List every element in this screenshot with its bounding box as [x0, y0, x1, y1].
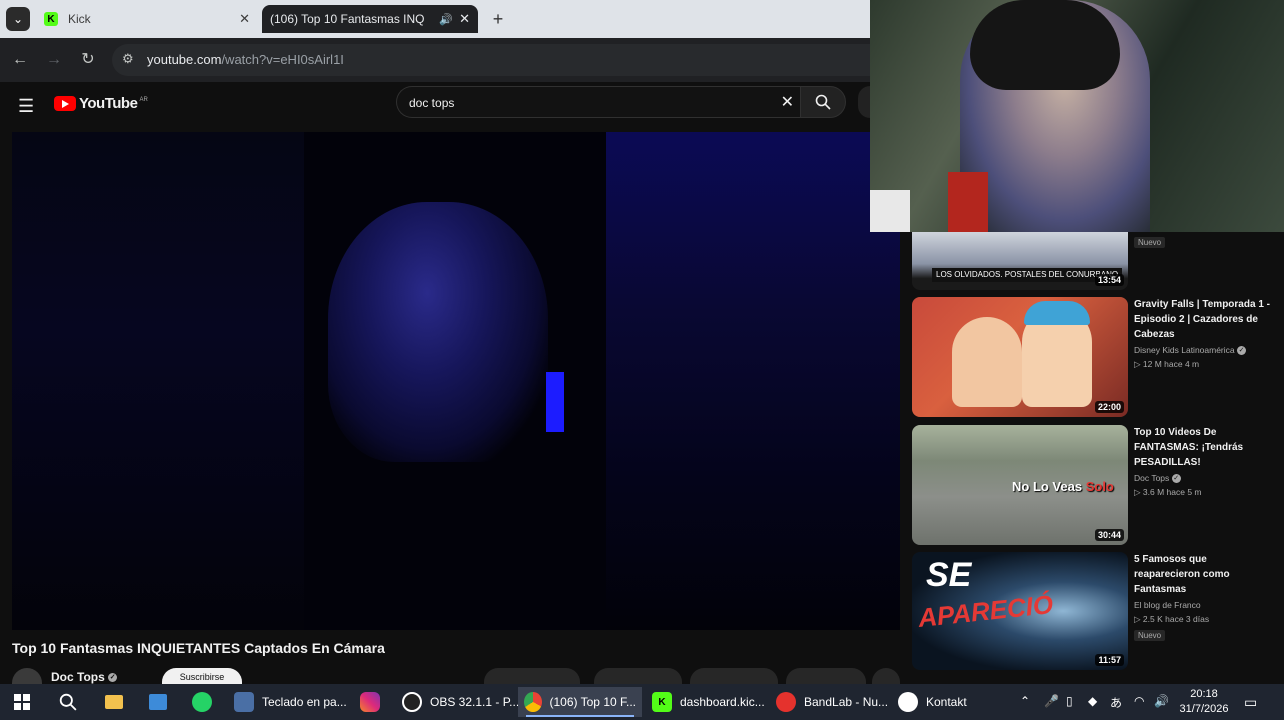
- subscribe-button[interactable]: Suscribirse: [162, 668, 242, 684]
- more-actions-button[interactable]: [872, 668, 900, 684]
- youtube-logo[interactable]: YouTube AR: [54, 95, 148, 112]
- recommendation-title: Gravity Falls | Temporada 1 - Episodio 2…: [1134, 299, 1270, 340]
- recommendation-thumbnail[interactable]: No Lo Veas Solo 30:44: [912, 425, 1128, 545]
- recommendation-channel: El blog de Franco: [1134, 600, 1201, 610]
- taskbar-item-obs[interactable]: OBS 32.1.1 - P...: [396, 687, 525, 717]
- share-button[interactable]: [594, 668, 682, 684]
- volume-icon[interactable]: 🔊: [1154, 694, 1169, 708]
- recommendation-meta: ▷ 3.6 M hace 5 m: [1134, 487, 1202, 498]
- video-duration: 13:54: [1094, 274, 1124, 286]
- tab-kick[interactable]: K Kick ✕: [36, 5, 258, 33]
- system-clock[interactable]: 20:18 31/7/2026: [1176, 687, 1232, 717]
- video-duration: 30:44: [1094, 529, 1124, 541]
- channel-name[interactable]: Doc Tops ✓: [51, 670, 118, 684]
- video-actions: [484, 668, 904, 684]
- video-title: Top 10 Fantasmas INQUIETANTES Captados E…: [12, 640, 385, 656]
- recommendation-meta: ▷ 12 M hace 4 m: [1134, 359, 1200, 370]
- windows-start-icon[interactable]: [10, 690, 34, 714]
- recommendation-channel: Doc Tops ✓: [1134, 473, 1181, 484]
- tab-search-button[interactable]: ⌄: [6, 7, 30, 31]
- close-tab-icon[interactable]: ✕: [239, 11, 250, 27]
- video-frame-right: [606, 132, 900, 630]
- recommendation-channel: Disney Kids Latinoamérica ✓: [1134, 345, 1247, 356]
- file-explorer-icon[interactable]: [102, 690, 126, 714]
- taskbar-item-bandlab[interactable]: BandLab - Nu...: [770, 687, 894, 717]
- url-text: youtube.com/watch?v=eHI0sAirl1I: [147, 52, 344, 67]
- notifications-icon[interactable]: ▭: [1244, 694, 1257, 711]
- recommendation-info[interactable]: Top 10 Videos De FANTASMAS: ¡Tendrás PES…: [1134, 425, 1274, 498]
- video-duration: 11:57: [1095, 654, 1124, 666]
- recommendation-title: 5 Famosos que reaparecieron como Fantasm…: [1134, 554, 1230, 595]
- reload-icon[interactable]: ↻: [78, 50, 98, 70]
- channel-avatar[interactable]: [12, 668, 42, 684]
- taskbar-item-kick[interactable]: Kdashboard.kic...: [646, 687, 771, 717]
- video-ghost-figure: [328, 202, 548, 462]
- speaker-icon[interactable]: 🔊: [439, 13, 453, 26]
- recommendation-title: Top 10 Videos De FANTASMAS: ¡Tendrás PES…: [1134, 427, 1244, 468]
- taskbar-item-keyboard[interactable]: Teclado en pa...: [228, 687, 353, 717]
- verified-icon: ✓: [108, 673, 118, 683]
- video-player[interactable]: [12, 132, 900, 630]
- verified-icon: ✓: [1237, 346, 1247, 356]
- bandlab-icon: [776, 692, 796, 712]
- remix-button[interactable]: [690, 668, 778, 684]
- microphone-icon[interactable]: 🎤: [1044, 694, 1059, 708]
- recommendation-thumbnail[interactable]: LOS OLVIDADOS. POSTALES DEL CONURBANO 13…: [912, 232, 1128, 290]
- browser-toolbar: ← → ↻ ⚙ youtube.com/watch?v=eHI0sAirl1I: [0, 38, 872, 82]
- recommendation-info[interactable]: 5 Famosos que reaparecieron como Fantasm…: [1134, 552, 1274, 643]
- taskbar: Teclado en pa... OBS 32.1.1 - P... (106)…: [0, 684, 1284, 720]
- kontakt-icon: [898, 692, 918, 712]
- instagram-icon[interactable]: [358, 690, 382, 714]
- kick-icon: K: [44, 12, 58, 26]
- tab-title: (106) Top 10 Fantasmas INQ: [270, 12, 425, 26]
- voice-search-button[interactable]: [858, 86, 870, 118]
- search-input[interactable]: doc tops ✕: [396, 86, 800, 118]
- recommendation-thumbnail[interactable]: SE APARECIÓ 11:57: [912, 552, 1128, 670]
- close-tab-icon[interactable]: ✕: [459, 11, 470, 27]
- kick-icon: K: [652, 692, 672, 712]
- like-dislike-button[interactable]: [484, 668, 580, 684]
- verified-icon: ✓: [1171, 474, 1181, 484]
- recommendation-info[interactable]: Gravity Falls | Temporada 1 - Episodio 2…: [1134, 297, 1274, 370]
- taskbar-item-kontakt[interactable]: Kontakt: [892, 687, 973, 717]
- taskbar-item-chrome[interactable]: (106) Top 10 F...: [518, 687, 642, 717]
- tab-title: Kick: [68, 12, 91, 26]
- search-icon: [815, 94, 831, 110]
- tab-youtube[interactable]: ▶ (106) Top 10 Fantasmas INQ 🔊 ✕: [262, 5, 478, 101]
- recommendation-info[interactable]: Nuevo: [1134, 232, 1274, 250]
- recommendation-thumbnail[interactable]: 22:00: [912, 297, 1128, 417]
- battery-icon[interactable]: ▯: [1066, 694, 1073, 708]
- new-tab-button[interactable]: +: [486, 8, 510, 30]
- clear-search-icon[interactable]: ✕: [781, 92, 794, 112]
- screen: ⌄ K Kick ✕ ▶ (106) Top 10 Fantasmas INQ …: [0, 0, 1284, 720]
- chevron-up-icon[interactable]: ⌃: [1020, 694, 1030, 708]
- forward-arrow-icon[interactable]: →: [44, 50, 64, 70]
- recommendation-meta: ▷ 2.5 K hace 3 días: [1134, 614, 1210, 624]
- webcam-overlay: [870, 0, 1284, 232]
- browser-tab-strip: ⌄ K Kick ✕ ▶ (106) Top 10 Fantasmas INQ …: [0, 0, 870, 101]
- save-button[interactable]: [786, 668, 866, 684]
- new-badge: Nuevo: [1134, 237, 1166, 248]
- store-icon[interactable]: [146, 690, 170, 714]
- video-duration: 22:00: [1094, 401, 1124, 413]
- obs-icon: [402, 692, 422, 712]
- wifi-icon[interactable]: ◠: [1134, 694, 1144, 708]
- address-bar[interactable]: ⚙ youtube.com/watch?v=eHI0sAirl1I: [112, 44, 872, 76]
- search-button[interactable]: [800, 86, 846, 118]
- search-query: doc tops: [409, 96, 455, 110]
- site-info-icon[interactable]: ⚙: [122, 51, 134, 67]
- video-highlight: [546, 372, 564, 432]
- whatsapp-icon[interactable]: [190, 690, 214, 714]
- security-icon[interactable]: ◆: [1088, 694, 1097, 708]
- menu-icon[interactable]: ☰: [18, 96, 34, 117]
- video-frame-left: [12, 132, 304, 630]
- new-badge: Nuevo: [1134, 630, 1166, 641]
- youtube-play-icon: [54, 96, 76, 111]
- search-icon[interactable]: [56, 690, 80, 714]
- chrome-icon: [524, 692, 542, 712]
- language-icon[interactable]: あ: [1110, 694, 1122, 711]
- back-arrow-icon[interactable]: ←: [10, 50, 30, 70]
- keyboard-app-icon: [234, 692, 254, 712]
